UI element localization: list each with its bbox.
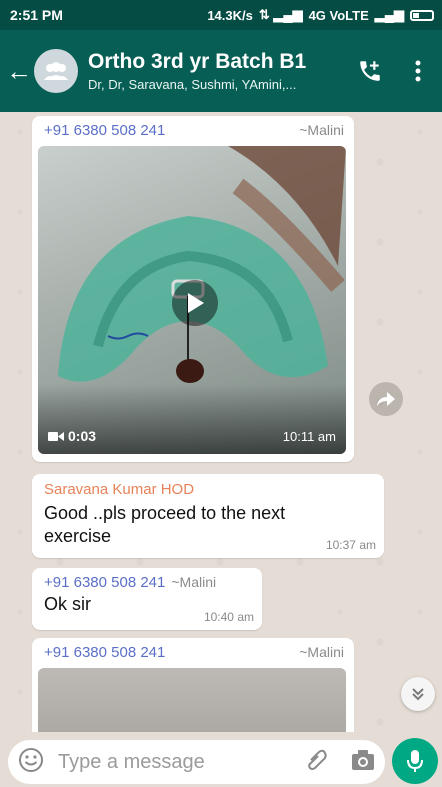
emoji-icon[interactable]	[18, 747, 44, 778]
message-header: +91 6380 508 241 ~Malini	[32, 638, 354, 661]
signal-icon: ⇅ ▂▄▆	[258, 7, 303, 22]
chat-title-block[interactable]: Ortho 3rd yr Batch B1 Dr, Dr, Saravana, …	[88, 50, 346, 92]
video-duration-text: 0:03	[68, 428, 97, 444]
message-composer[interactable]: Type a message	[8, 740, 385, 784]
sender-alias: ~Malini	[299, 644, 344, 660]
signal-text: 4G VoLTE	[308, 7, 369, 23]
network-speed: 14.3K/s	[207, 7, 253, 23]
camera-icon[interactable]	[351, 749, 375, 776]
forward-icon[interactable]	[369, 382, 403, 416]
status-time: 2:51 PM	[10, 7, 63, 23]
status-bar: 2:51 PM 14.3K/s ⇅ ▂▄▆ 4G VoLTE ▂▄▆	[0, 0, 442, 30]
message-time: 10:37 am	[325, 538, 376, 552]
play-icon[interactable]	[172, 280, 218, 326]
group-avatar-icon[interactable]	[34, 49, 78, 93]
message-time: 10:11 am	[282, 429, 336, 444]
battery-icon	[410, 9, 434, 21]
sender-name: +91 6380 508 241	[44, 644, 166, 661]
message-input[interactable]: Type a message	[58, 751, 305, 774]
message-video[interactable]: +91 6380 508 241 ~Malini	[32, 116, 354, 462]
message-header: +91 6380 508 241 ~Malini	[32, 568, 262, 591]
message-video[interactable]: +91 6380 508 241 ~Malini	[32, 638, 354, 732]
video-thumbnail[interactable]	[38, 668, 346, 732]
message-text[interactable]: +91 6380 508 241 ~Malini Ok sir 10:40 am	[32, 568, 262, 630]
sender-name: +91 6380 508 241	[44, 122, 166, 139]
mic-icon[interactable]	[392, 738, 438, 784]
sender-alias: ~Malini	[171, 574, 217, 590]
sender-name: Saravana Kumar HOD	[44, 481, 195, 498]
signal-icon-2: ▂▄▆	[374, 7, 404, 22]
message-text[interactable]: Saravana Kumar HOD Good ..pls proceed to…	[32, 474, 384, 558]
video-thumbnail[interactable]: 0:03 10:11 am	[38, 146, 346, 454]
back-arrow-icon[interactable]: ←	[4, 56, 34, 87]
sender-alias: ~Malini	[299, 122, 344, 138]
scroll-down-icon[interactable]	[401, 677, 435, 711]
add-call-icon[interactable]	[346, 58, 394, 84]
video-duration: 0:03	[48, 428, 96, 444]
chat-header: ← Ortho 3rd yr Batch B1 Dr, Dr, Saravana…	[0, 30, 442, 112]
status-indicators: 14.3K/s ⇅ ▂▄▆ 4G VoLTE ▂▄▆	[207, 7, 434, 23]
sender-name: +91 6380 508 241	[44, 574, 166, 591]
attach-icon[interactable]	[305, 748, 329, 777]
chat-title: Ortho 3rd yr Batch B1	[88, 50, 307, 73]
message-time: 10:40 am	[203, 610, 254, 624]
message-header: +91 6380 508 241 ~Malini	[32, 116, 354, 139]
video-camera-icon	[48, 431, 64, 441]
chat-participants: Dr, Dr, Saravana, Sushmi, YAmini,...	[88, 77, 297, 92]
chat-area[interactable]: +91 6380 508 241 ~Malini 0:03 10:11 am S…	[0, 112, 442, 732]
more-vert-icon[interactable]	[394, 60, 442, 82]
